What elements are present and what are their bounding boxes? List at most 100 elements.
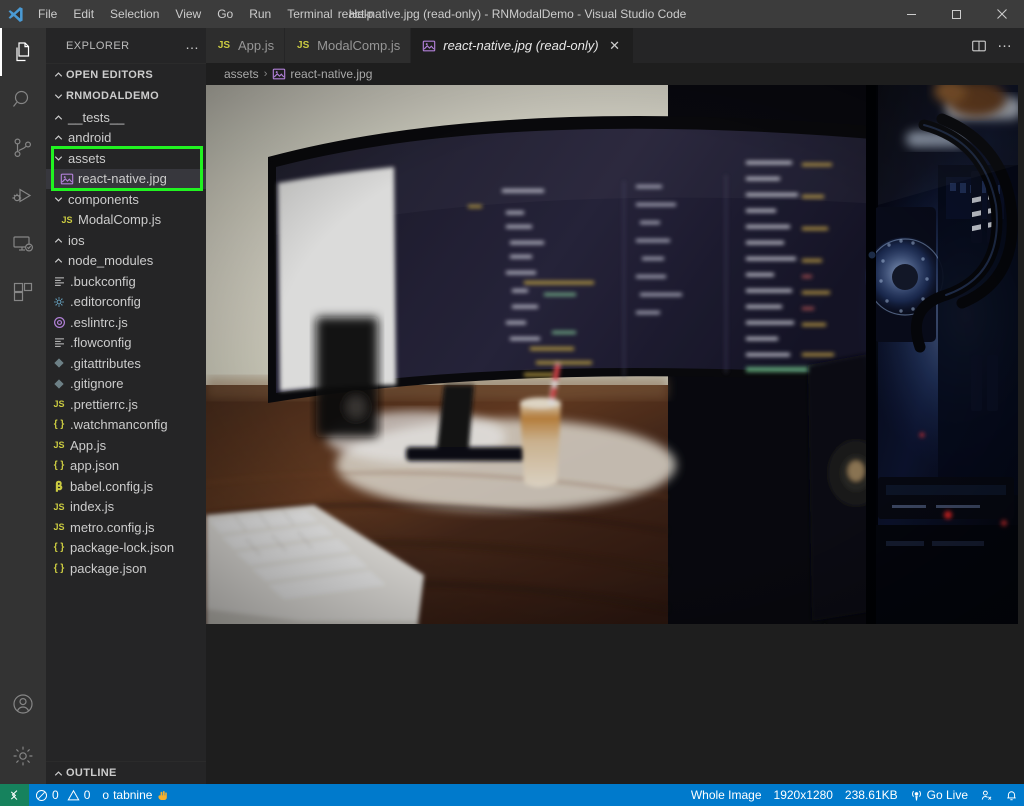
notifications-bell-button[interactable] (999, 784, 1024, 806)
close-icon[interactable]: ✕ (607, 38, 623, 54)
tree-item-label: .gitattributes (70, 355, 141, 371)
activity-extensions[interactable] (0, 268, 46, 316)
tree-file[interactable]: { } app.json (46, 456, 206, 477)
activity-accounts[interactable] (0, 680, 46, 728)
image-zoom-status[interactable]: Whole Image (685, 784, 768, 806)
activity-source-control[interactable] (0, 124, 46, 172)
activity-search[interactable] (0, 76, 46, 124)
menu-view[interactable]: View (167, 0, 209, 28)
warning-count: 0 (83, 788, 91, 802)
remote-host-indicator[interactable] (0, 784, 29, 806)
error-icon (35, 789, 48, 802)
breadcrumb-label: assets (224, 67, 259, 81)
activity-run-and-debug[interactable] (0, 172, 46, 220)
tree-item-label: .buckconfig (70, 273, 136, 289)
tree-file[interactable]: JS index.js (46, 497, 206, 518)
tree-folder[interactable]: ios (46, 230, 206, 251)
tabnine-label: tabnine (113, 788, 153, 802)
ellipsis-icon[interactable]: … (994, 32, 1016, 60)
tree-folder[interactable]: assets (46, 148, 206, 169)
breadcrumb-separator: › (263, 68, 268, 80)
explorer-title-bar: EXPLORER … (46, 28, 206, 63)
tree-file[interactable]: JS ModalComp.js (46, 210, 206, 231)
breadcrumb-label: react-native.jpg (290, 67, 373, 81)
vscode-window: File Edit Selection View Go Run Terminal… (0, 0, 1024, 806)
explorer-more-actions-icon[interactable]: … (185, 37, 200, 53)
menu-go[interactable]: Go (209, 0, 241, 28)
menu-terminal[interactable]: Terminal (279, 0, 340, 28)
section-project-root[interactable]: RNMODALDEMO (46, 85, 206, 107)
breadcrumb-item-file[interactable]: react-native.jpg (272, 67, 372, 81)
git-file-icon (50, 378, 68, 390)
chevron-right-icon (50, 762, 66, 784)
chevron-right-icon (50, 133, 66, 142)
breadcrumb-item-assets[interactable]: assets (224, 67, 259, 81)
tabnine-status[interactable]: o tabnine (96, 784, 175, 806)
live-share-button[interactable] (974, 784, 999, 806)
tree-folder[interactable]: node_modules (46, 251, 206, 272)
tree-file[interactable]: .flowconfig (46, 333, 206, 354)
tree-file[interactable]: react-native.jpg (46, 168, 206, 189)
tree-item-label: .editorconfig (70, 294, 141, 310)
tree-item-label: node_modules (68, 253, 154, 269)
tree-file[interactable]: .gitignore (46, 374, 206, 395)
section-open-editors[interactable]: OPEN EDITORS (46, 63, 206, 85)
tree-item-label: components (68, 191, 139, 207)
activity-bar (0, 28, 46, 784)
tree-item-label: ModalComp.js (78, 212, 162, 228)
tree-folder[interactable]: android (46, 128, 206, 149)
tree-file[interactable]: { } package-lock.json (46, 538, 206, 559)
close-button[interactable] (979, 0, 1024, 28)
tree-item-label: app.json (70, 458, 120, 474)
chevron-down-icon (50, 154, 66, 163)
tree-file[interactable]: JS metro.config.js (46, 517, 206, 538)
tree-file[interactable]: JS App.js (46, 435, 206, 456)
tab-app-js[interactable]: JS App.js (206, 28, 286, 63)
image-preview-viewer[interactable] (206, 85, 1024, 784)
activity-explorer[interactable] (0, 28, 46, 76)
problems-status[interactable]: 0 0 (29, 784, 96, 806)
activity-manage-settings[interactable] (0, 728, 46, 784)
tree-file[interactable]: { } .watchmanconfig (46, 415, 206, 436)
tree-item-label: index.js (70, 499, 115, 515)
chevron-down-icon (50, 85, 66, 107)
image-file-icon (58, 172, 76, 186)
tree-folder[interactable]: components (46, 189, 206, 210)
editor-tabs: JS App.js JS ModalComp.js react-native.j… (206, 28, 634, 63)
menu-help[interactable]: Help (341, 0, 382, 28)
activity-remote-explorer[interactable] (0, 220, 46, 268)
tree-file[interactable]: { } package.json (46, 558, 206, 579)
tree-file[interactable]: .buckconfig (46, 271, 206, 292)
tree-file[interactable]: .gitattributes (46, 353, 206, 374)
tree-item-label: App.js (70, 437, 107, 453)
maximize-button[interactable] (934, 0, 979, 28)
outline-label: OUTLINE (66, 767, 117, 779)
project-root-label: RNMODALDEMO (66, 90, 160, 102)
menu-selection[interactable]: Selection (102, 0, 167, 28)
go-live-button[interactable]: Go Live (904, 784, 974, 806)
tab-label: App.js (238, 38, 275, 53)
tab-modalcomp-js[interactable]: JS ModalComp.js (285, 28, 412, 63)
editorconfig-file-icon (50, 296, 68, 308)
js-file-icon: JS (297, 40, 310, 51)
tab-react-native-jpg[interactable]: react-native.jpg (read-only) ✕ (411, 28, 634, 63)
menu-bar: File Edit Selection View Go Run Terminal… (30, 0, 381, 28)
tree-file[interactable]: JS .prettierrc.js (46, 394, 206, 415)
bell-icon (1005, 789, 1018, 802)
json-file-icon: { } (53, 562, 65, 574)
tree-file[interactable]: .editorconfig (46, 292, 206, 313)
tree-file[interactable]: .eslintrc.js (46, 312, 206, 333)
tree-item-label: .prettierrc.js (70, 396, 138, 412)
section-outline[interactable]: OUTLINE (46, 761, 206, 784)
menu-file[interactable]: File (30, 0, 65, 28)
split-editor-icon[interactable] (968, 32, 990, 60)
menu-run[interactable]: Run (241, 0, 279, 28)
menu-edit[interactable]: Edit (65, 0, 102, 28)
js-file-icon: JS (217, 40, 231, 51)
tree-item-label: react-native.jpg (78, 171, 167, 187)
error-count: 0 (52, 788, 59, 802)
tree-file[interactable]: 𝛃 babel.config.js (46, 476, 206, 497)
vscode-logo-icon (0, 0, 30, 28)
tree-folder[interactable]: __tests__ (46, 107, 206, 128)
minimize-button[interactable] (889, 0, 934, 28)
